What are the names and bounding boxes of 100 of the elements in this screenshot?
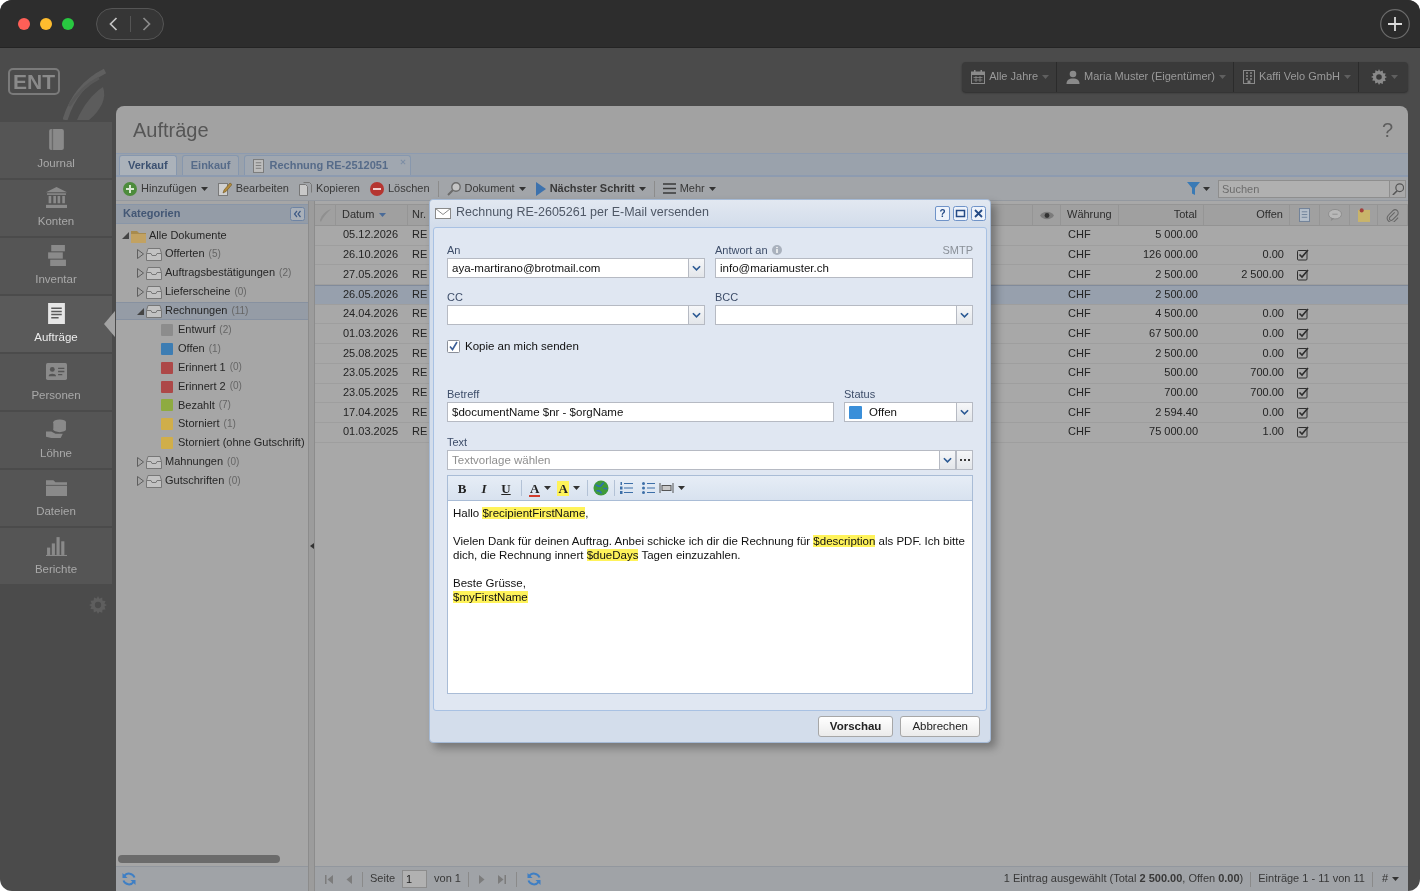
- maximize-icon[interactable]: [953, 205, 968, 221]
- field-label: Status: [844, 387, 876, 401]
- tree-item[interactable]: Entwurf (2): [116, 320, 308, 340]
- table-cell: 0.00: [1262, 248, 1284, 262]
- filter-icon: [1187, 182, 1200, 195]
- magnifier-icon: [446, 181, 461, 196]
- column-header[interactable]: Total: [1173, 208, 1197, 222]
- table-cell: 700.00: [1250, 366, 1284, 381]
- tab[interactable]: Verkauf: [119, 155, 177, 175]
- menu-button[interactable]: Kaffi Velo GmbH: [1233, 62, 1359, 92]
- cc-field[interactable]: [447, 305, 688, 325]
- dropdown-button[interactable]: [956, 305, 973, 325]
- tree-item[interactable]: Gutschriften (0): [116, 471, 308, 491]
- checkbox[interactable]: [447, 339, 460, 353]
- format-button[interactable]: U: [496, 478, 516, 498]
- nav-item[interactable]: Journal: [0, 122, 112, 178]
- tree-item[interactable]: Storniert (1): [116, 414, 308, 434]
- column-menu-button[interactable]: #: [1379, 872, 1401, 886]
- bullet-list-icon[interactable]: [641, 482, 655, 494]
- reply-to-field[interactable]: info@mariamuster.ch: [715, 258, 973, 278]
- expand-icon[interactable]: [137, 249, 144, 260]
- format-button[interactable]: I: [474, 478, 494, 498]
- expand-icon[interactable]: [137, 476, 144, 486]
- toolbar-button[interactable]: Löschen: [364, 177, 435, 200]
- expand-icon[interactable]: [137, 268, 144, 279]
- panel-title: Kategorien: [123, 207, 181, 221]
- dropdown-button[interactable]: [956, 402, 973, 422]
- tree-item[interactable]: Lieferscheine (0): [116, 282, 308, 302]
- search-field[interactable]: Suchen: [1218, 179, 1390, 198]
- toolbar-button[interactable]: Bearbeiten: [212, 177, 294, 200]
- forward-icon[interactable]: [142, 16, 152, 31]
- more-button[interactable]: [956, 450, 973, 470]
- bcc-field[interactable]: [715, 305, 956, 325]
- nav-item[interactable]: Konten: [0, 180, 112, 236]
- pencil-icon: [217, 181, 232, 196]
- column-header[interactable]: Offen: [1256, 208, 1283, 222]
- menu-button[interactable]: Maria Muster (Eigentümer): [1057, 62, 1234, 92]
- menu-button[interactable]: Alle Jahre: [962, 62, 1058, 92]
- column-header[interactable]: Währung: [1067, 208, 1112, 222]
- tree-item[interactable]: Rechnungen (11): [116, 301, 308, 321]
- tray-icon: [146, 285, 162, 299]
- column-header[interactable]: Datum: [342, 208, 387, 222]
- close-icon[interactable]: [971, 205, 986, 221]
- toolbar-button[interactable]: Kopieren: [293, 177, 365, 200]
- folder-icon: [45, 477, 67, 499]
- collapse-icon[interactable]: [122, 231, 129, 239]
- dialog-button[interactable]: Abbrechen: [900, 716, 980, 737]
- nav-item[interactable]: Inventar: [0, 238, 112, 294]
- tree-item[interactable]: Offen (1): [116, 339, 308, 359]
- text-editor[interactable]: [448, 501, 972, 693]
- dropdown-button[interactable]: [939, 450, 956, 470]
- scrollbar[interactable]: [118, 855, 280, 863]
- highlight-button[interactable]: A: [555, 478, 582, 498]
- text-color-button[interactable]: A: [527, 478, 554, 498]
- toolbar-button[interactable]: Nächster Schritt: [530, 177, 651, 200]
- toolbar-button[interactable]: Hinzufügen: [118, 177, 213, 200]
- back-icon[interactable]: [108, 16, 118, 31]
- nav-item[interactable]: Dateien: [0, 470, 112, 526]
- nav-item[interactable]: Berichte: [0, 528, 112, 584]
- status-field[interactable]: Offen: [844, 402, 956, 422]
- fullscreen-icon[interactable]: [62, 17, 74, 30]
- toolbar-button[interactable]: Dokument: [441, 177, 531, 200]
- close-icon[interactable]: [18, 17, 30, 30]
- format-button[interactable]: B: [452, 478, 472, 498]
- minimize-icon[interactable]: [40, 17, 52, 30]
- collapse-panel-icon[interactable]: [290, 207, 305, 221]
- tree-item[interactable]: Auftragsbestätigungen (2): [116, 263, 308, 283]
- help-button[interactable]: ?: [935, 205, 950, 221]
- plus-icon[interactable]: [1380, 8, 1410, 39]
- caret-icon: [1391, 75, 1398, 79]
- table-cell: 25.08.2025: [343, 346, 399, 361]
- globe-icon[interactable]: [592, 480, 609, 496]
- coins-icon: [45, 419, 67, 441]
- tree-item[interactable]: Bezahlt (7): [116, 396, 308, 415]
- tree-item[interactable]: Offerten (5): [116, 244, 308, 264]
- search-button[interactable]: [1390, 179, 1406, 198]
- template-field[interactable]: Textvorlage wählen: [447, 450, 939, 470]
- dialog-button[interactable]: Vorschau: [817, 716, 894, 737]
- table-cell: CHF: [1068, 267, 1091, 282]
- nav-item[interactable]: Aufträge: [0, 296, 112, 352]
- expand-icon[interactable]: [137, 287, 144, 298]
- tree-item[interactable]: Mahnungen (0): [116, 452, 308, 472]
- nav-item[interactable]: Personen: [0, 354, 112, 410]
- toolbar-button[interactable]: Mehr: [657, 177, 721, 200]
- expand-icon[interactable]: [137, 457, 144, 468]
- column-header[interactable]: Nr.: [412, 208, 427, 222]
- tree-item[interactable]: Storniert (ohne Gutschrift): [116, 433, 308, 453]
- numbered-list-icon[interactable]: [619, 482, 633, 494]
- nav-item[interactable]: Löhne: [0, 412, 112, 468]
- page-field[interactable]: 1: [402, 870, 428, 888]
- subject-field[interactable]: $documentName $nr - $orgName: [447, 402, 834, 422]
- recipient-field[interactable]: aya-martirano@brotmail.com: [447, 258, 688, 278]
- checkbox-label: Kopie an mich senden: [465, 338, 579, 354]
- dropdown-button[interactable]: [688, 305, 705, 325]
- plus-circle-icon: [123, 181, 137, 196]
- tree-item[interactable]: Alle Dokumente: [116, 226, 308, 245]
- collapse-icon[interactable]: [137, 307, 144, 315]
- table-cell: 0.00: [1262, 405, 1284, 420]
- dropdown-button[interactable]: [688, 258, 705, 278]
- logo-text: ENT: [8, 68, 60, 95]
